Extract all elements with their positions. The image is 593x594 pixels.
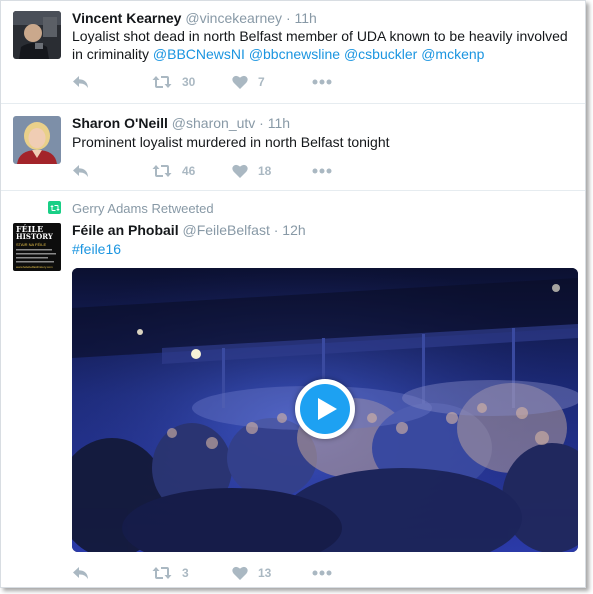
tweet-vincent-kearney[interactable]: Vincent Kearney @vincekearney · 11h Loya… bbox=[1, 1, 585, 104]
author-name[interactable]: Sharon O'Neill bbox=[72, 115, 168, 131]
retweet-icon bbox=[152, 567, 172, 579]
timestamp[interactable]: 12h bbox=[282, 222, 305, 238]
like-count: 7 bbox=[258, 75, 265, 89]
author-name[interactable]: Vincent Kearney bbox=[72, 10, 181, 26]
heart-icon bbox=[232, 566, 248, 580]
reply-button[interactable] bbox=[72, 163, 152, 179]
author-handle[interactable]: @vincekearney bbox=[185, 10, 282, 26]
retweet-icon bbox=[49, 204, 60, 211]
tweet-actions: 3 13 bbox=[72, 564, 332, 582]
like-button[interactable]: 7 bbox=[232, 75, 312, 89]
heart-icon bbox=[232, 75, 248, 89]
retweet-count: 46 bbox=[182, 164, 196, 178]
author-handle[interactable]: @sharon_utv bbox=[172, 115, 255, 131]
reply-icon bbox=[73, 76, 88, 88]
retweet-icon bbox=[152, 165, 172, 177]
retweet-button[interactable]: 30 bbox=[152, 75, 232, 89]
tweet-actions: 30 7 bbox=[72, 73, 332, 91]
reply-button[interactable] bbox=[72, 74, 152, 90]
tweet-text-line: Loyalist shot dead in north Belfast memb… bbox=[72, 28, 568, 44]
retweet-badge-icon bbox=[48, 201, 61, 214]
play-button-disc bbox=[300, 384, 350, 434]
hashtag-link[interactable]: #feile16 bbox=[72, 241, 121, 257]
tweet-text: Prominent loyalist murdered in north Bel… bbox=[72, 134, 390, 150]
tweet-text: Loyalist shot dead in north Belfast memb… bbox=[72, 27, 573, 63]
mention-link[interactable]: @mckenp bbox=[421, 46, 484, 62]
tweet-text-prefix: in criminality bbox=[72, 46, 153, 62]
avatar[interactable]: FÉILE HISTORY STAIR NA FÉILE www.feilebe… bbox=[13, 223, 61, 271]
separator-dot: · bbox=[285, 10, 291, 26]
play-icon bbox=[318, 398, 337, 420]
like-button[interactable]: 13 bbox=[232, 566, 312, 580]
mention-link[interactable]: @bbcnewsline bbox=[249, 46, 340, 62]
more-icon bbox=[312, 168, 332, 174]
heart-icon bbox=[232, 164, 248, 178]
avatar-graphic bbox=[16, 249, 56, 263]
avatar[interactable] bbox=[13, 11, 61, 59]
avatar[interactable] bbox=[13, 116, 61, 164]
timestamp[interactable]: 11h bbox=[268, 115, 290, 131]
video-player[interactable] bbox=[72, 268, 578, 552]
more-icon bbox=[312, 570, 332, 576]
avatar-photo bbox=[13, 116, 61, 164]
separator-dot: · bbox=[273, 222, 279, 238]
more-button[interactable] bbox=[312, 79, 332, 85]
author-name[interactable]: Féile an Phobail bbox=[72, 222, 179, 238]
retweet-button[interactable]: 3 bbox=[152, 566, 232, 580]
play-button[interactable] bbox=[295, 379, 355, 439]
more-button[interactable] bbox=[312, 570, 332, 576]
tweet-text: #feile16 bbox=[72, 240, 573, 258]
author-handle[interactable]: @FeileBelfast bbox=[182, 222, 269, 238]
separator-dot: · bbox=[259, 115, 264, 131]
reply-icon bbox=[73, 165, 88, 177]
retweet-icon bbox=[152, 76, 172, 88]
tweet-text-line: in criminality @BBCNewsNI @bbcnewsline @… bbox=[72, 45, 573, 63]
retweet-button[interactable]: 46 bbox=[152, 164, 232, 178]
timestamp[interactable]: 11h bbox=[295, 10, 317, 26]
reply-icon bbox=[73, 567, 88, 579]
mention-link[interactable]: @BBCNewsNI bbox=[153, 46, 245, 62]
retweeted-by-label[interactable]: Gerry Adams Retweeted bbox=[72, 201, 214, 216]
tweet-sharon-oneill[interactable]: Sharon O'Neill @sharon_utv · 11h Promine… bbox=[1, 104, 585, 191]
avatar-url: www.feilebelfasthistory.com bbox=[16, 265, 53, 269]
reply-button[interactable] bbox=[72, 565, 152, 581]
tweet-actions: 46 18 bbox=[72, 162, 332, 180]
mention-link[interactable]: @csbuckler bbox=[344, 46, 417, 62]
like-count: 18 bbox=[258, 164, 272, 178]
timeline: Vincent Kearney @vincekearney · 11h Loya… bbox=[0, 0, 586, 588]
like-count: 13 bbox=[258, 566, 272, 580]
retweet-count: 30 bbox=[182, 75, 196, 89]
more-button[interactable] bbox=[312, 168, 332, 174]
more-icon bbox=[312, 79, 332, 85]
avatar-photo bbox=[13, 11, 61, 59]
retweet-count: 3 bbox=[182, 566, 189, 580]
like-button[interactable]: 18 bbox=[232, 164, 312, 178]
